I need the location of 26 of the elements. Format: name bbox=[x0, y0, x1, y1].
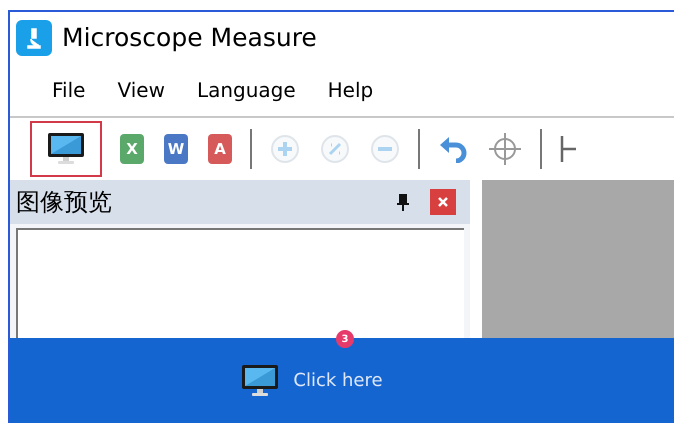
undo-icon bbox=[438, 135, 468, 163]
line-tool-icon bbox=[560, 134, 576, 164]
close-button[interactable] bbox=[430, 189, 456, 215]
percent-circle-icon bbox=[320, 134, 350, 164]
menu-item[interactable]: Language bbox=[182, 75, 310, 105]
pin-icon[interactable] bbox=[396, 193, 410, 211]
document-icon: W bbox=[164, 134, 188, 164]
step-badge: 3 bbox=[336, 330, 354, 348]
crosshair-icon bbox=[488, 132, 522, 166]
document-icon: X bbox=[120, 134, 144, 164]
toolbar-button[interactable]: W bbox=[162, 121, 190, 177]
monitor-icon bbox=[241, 364, 280, 398]
click-here-link[interactable]: Click here bbox=[293, 367, 383, 394]
app-icon bbox=[16, 20, 52, 56]
close-icon bbox=[437, 196, 449, 208]
monitor-icon bbox=[47, 132, 85, 166]
document-icon: A bbox=[208, 134, 232, 164]
toolbar-button[interactable] bbox=[30, 121, 102, 177]
menu-item[interactable]: View bbox=[103, 75, 179, 105]
panel-title: 图像预览 bbox=[16, 187, 113, 218]
toolbar-button[interactable]: A bbox=[206, 121, 234, 177]
menu-item[interactable]: File bbox=[38, 75, 100, 105]
window-title: Microscope Measure bbox=[62, 22, 317, 54]
menu-item[interactable]: Help bbox=[314, 75, 388, 105]
plus-circle-icon bbox=[270, 134, 300, 164]
minus-circle-icon bbox=[370, 134, 400, 164]
